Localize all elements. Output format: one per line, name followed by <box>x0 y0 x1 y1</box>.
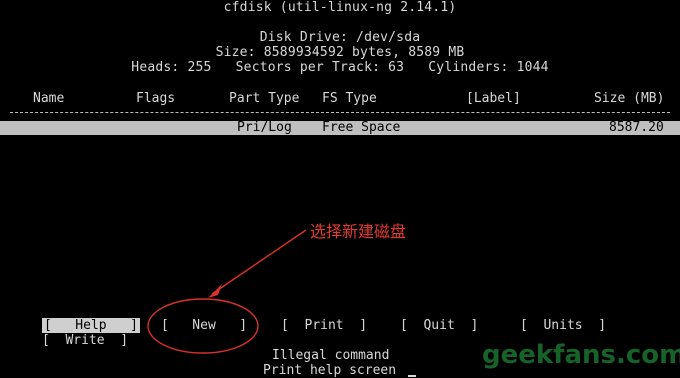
row-part-type: Pri/Log <box>237 120 292 135</box>
disk-drive-line: Disk Drive: /dev/sda <box>259 30 421 45</box>
terminal-screen: cfdisk (util-linux-ng 2.14.1) Disk Drive… <box>0 0 680 378</box>
annotation-arrow-line <box>211 229 307 295</box>
text-cursor <box>408 375 416 377</box>
disk-geometry-line: Heads: 255 Sectors per Track: 63 Cylinde… <box>131 60 549 75</box>
table-row[interactable]: Pri/Log Free Space 8587.20 <box>0 121 680 135</box>
column-header-fs-type: FS Type <box>322 91 377 106</box>
menu-quit-button[interactable]: [ Quit ] <box>400 318 478 333</box>
column-header-part-type: Part Type <box>229 91 300 106</box>
row-size: 8587.20 <box>609 120 664 135</box>
column-header-name: Name <box>33 91 65 106</box>
column-header-size: Size (MB) <box>594 91 665 106</box>
status-message: Illegal command <box>272 348 390 363</box>
annotation-label: 选择新建磁盘 <box>310 222 407 241</box>
annotation-arrow-head <box>208 284 222 298</box>
menu-units-button[interactable]: [ Units ] <box>520 318 606 333</box>
column-header-flags: Flags <box>136 91 176 106</box>
status-help-text: Print help screen <box>263 363 397 378</box>
row-fs-type: Free Space <box>322 120 401 135</box>
header-divider <box>10 112 670 113</box>
watermark-logo: geekfans.com <box>482 340 680 370</box>
app-title: cfdisk (util-linux-ng 2.14.1) <box>223 0 457 15</box>
menu-write-button[interactable]: [ Write ] <box>42 333 128 348</box>
menu-help-button[interactable]: [ Help ] <box>42 318 140 333</box>
menu-print-button[interactable]: [ Print ] <box>281 318 367 333</box>
disk-size-line: Size: 8589934592 bytes, 8589 MB <box>215 45 465 60</box>
menu-new-button[interactable]: [ New ] <box>161 318 247 333</box>
column-header-label: [Label] <box>466 91 521 106</box>
